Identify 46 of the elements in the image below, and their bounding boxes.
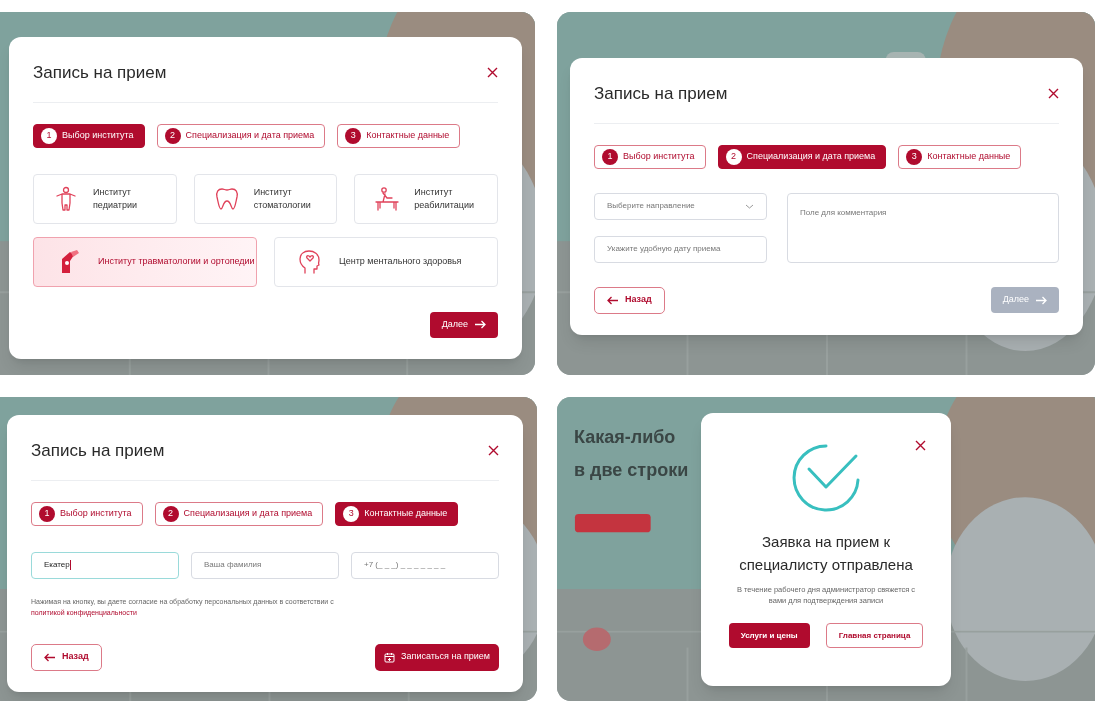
direction-select[interactable]: Выберите направление (594, 192, 767, 220)
phone-field[interactable]: +7 (_ _ _) _ _ _ _ _ _ _ (351, 551, 499, 579)
head-heart-icon (297, 248, 323, 275)
check-circle-icon (792, 444, 860, 512)
institute-card[interactable]: Институт педиатрии (33, 173, 177, 224)
services-button[interactable]: Услуги и цены (728, 623, 810, 648)
chevron-down-icon (745, 203, 754, 209)
calendar-icon (384, 651, 396, 663)
step-tab[interactable]: 3 Контактные данные (335, 501, 459, 526)
close-icon[interactable] (487, 67, 498, 79)
step-tab[interactable]: 2 Специализация и дата приема (156, 123, 326, 148)
submit-button[interactable]: Записаться на прием (375, 643, 499, 671)
arrow-left-icon (44, 652, 56, 662)
back-button[interactable]: Назад (594, 286, 665, 314)
arrow-right-icon (1035, 295, 1047, 305)
institute-card[interactable]: Институт стоматологии (193, 173, 338, 224)
step-tab[interactable]: 1 Выбор института (594, 144, 706, 169)
step-tab[interactable]: 2 Специализация и дата приема (717, 144, 887, 169)
input-field[interactable]: Екатер (31, 551, 179, 579)
institute-card[interactable]: Институт травматологии и ортопедии (33, 236, 257, 287)
step-tab[interactable]: 3 Контактные данные (898, 144, 1022, 169)
step-tab[interactable]: 3 Контактные данные (337, 123, 461, 148)
hero-heading: Какая-либо (574, 426, 677, 449)
arrow-right-icon (474, 320, 486, 329)
step-tab[interactable]: 1 Выбор института (31, 501, 143, 526)
back-button[interactable]: Назад (31, 643, 102, 671)
home-button[interactable]: Главная страница (825, 623, 924, 648)
success-title: Заявка на прием к специалисту отправлена (738, 532, 914, 575)
next-button[interactable]: Далее (429, 311, 498, 338)
institute-card[interactable]: Институт реабилитации (354, 173, 498, 224)
modal-title: Запись на прием (594, 83, 728, 105)
close-icon[interactable] (488, 445, 499, 457)
hero-heading: в две строки (574, 459, 690, 482)
close-icon[interactable] (915, 440, 926, 451)
massage-table-icon (374, 185, 401, 212)
input-field[interactable]: Ваша фамилия (191, 551, 339, 579)
date-field[interactable]: Укажите удобную дату приема (594, 235, 767, 263)
comment-field[interactable]: Поле для комментария (787, 192, 1059, 263)
close-icon[interactable] (1048, 88, 1059, 100)
modal-title: Запись на прием (33, 62, 167, 84)
modal-title: Запись на прием (31, 440, 165, 462)
step-tab[interactable]: 2 Специализация и дата приема (154, 501, 324, 526)
tooth-icon (213, 185, 240, 212)
arrow-left-icon (607, 295, 619, 305)
institute-card[interactable]: Центр ментального здоровья (274, 236, 498, 287)
step-tab[interactable]: 1 Выбор института (33, 123, 145, 148)
